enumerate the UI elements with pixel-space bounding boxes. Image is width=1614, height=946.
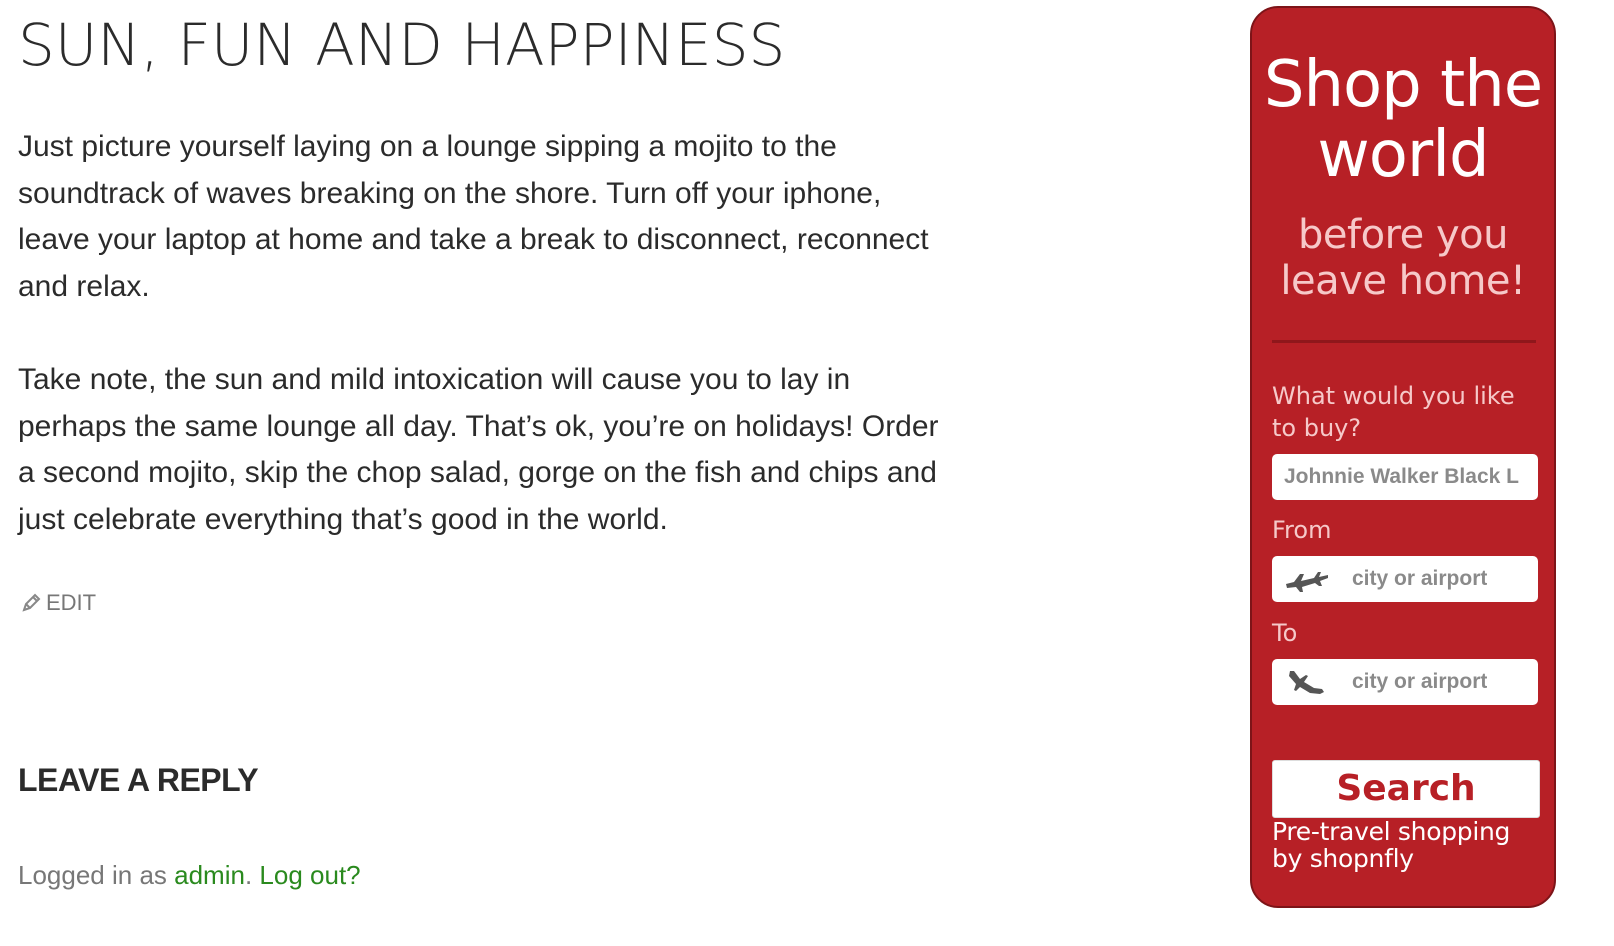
- from-input[interactable]: city or airport: [1272, 556, 1538, 602]
- widget-title: Shop the world: [1252, 50, 1554, 190]
- plane-arrival-icon: [1284, 667, 1330, 697]
- edit-link[interactable]: EDIT: [20, 590, 96, 616]
- separator: .: [244, 860, 260, 890]
- widget-divider: [1272, 340, 1536, 343]
- to-label: To: [1272, 619, 1298, 647]
- widget-title-line: Shop the: [1263, 48, 1543, 122]
- pencil-icon: [20, 592, 42, 614]
- plane-departure-icon: [1284, 564, 1330, 594]
- to-input-placeholder: city or airport: [1352, 670, 1488, 693]
- widget-title-line: world: [1317, 118, 1489, 192]
- widget-subtitle: before you leave home!: [1252, 212, 1554, 304]
- widget-footer-line: Pre-travel shopping: [1272, 817, 1511, 846]
- from-input-placeholder: city or airport: [1352, 567, 1488, 590]
- to-input[interactable]: city or airport: [1272, 659, 1538, 705]
- post-content: Just picture yourself laying on a lounge…: [18, 124, 958, 590]
- widget-footer: Pre-travel shopping by shopnfly: [1272, 818, 1552, 872]
- shopnfly-widget: Shop the world before you leave home! Wh…: [1250, 6, 1556, 908]
- product-label: What would you like to buy?: [1272, 382, 1515, 442]
- product-input[interactable]: Johnnie Walker Black L: [1272, 454, 1538, 500]
- edit-label: EDIT: [46, 590, 97, 615]
- widget-subtitle-line: leave home!: [1280, 258, 1526, 304]
- logout-link[interactable]: Log out?: [259, 860, 360, 890]
- logged-in-status: Logged in as admin. Log out?: [18, 860, 361, 891]
- from-label: From: [1272, 516, 1332, 544]
- admin-profile-link[interactable]: admin: [174, 860, 245, 890]
- leave-reply-heading: LEAVE A REPLY: [18, 762, 259, 798]
- search-button[interactable]: Search: [1272, 760, 1540, 818]
- widget-subtitle-line: before you: [1298, 212, 1508, 258]
- post-title: SUN, FUN AND HAPPINESS: [18, 11, 786, 79]
- product-input-value: Johnnie Walker Black L: [1284, 465, 1519, 488]
- logged-in-prefix: Logged in as: [18, 860, 175, 890]
- post-paragraph: Just picture yourself laying on a lounge…: [18, 130, 929, 304]
- post-paragraph: Take note, the sun and mild intoxication…: [18, 362, 939, 536]
- widget-footer-line: by shopnfly: [1272, 844, 1414, 873]
